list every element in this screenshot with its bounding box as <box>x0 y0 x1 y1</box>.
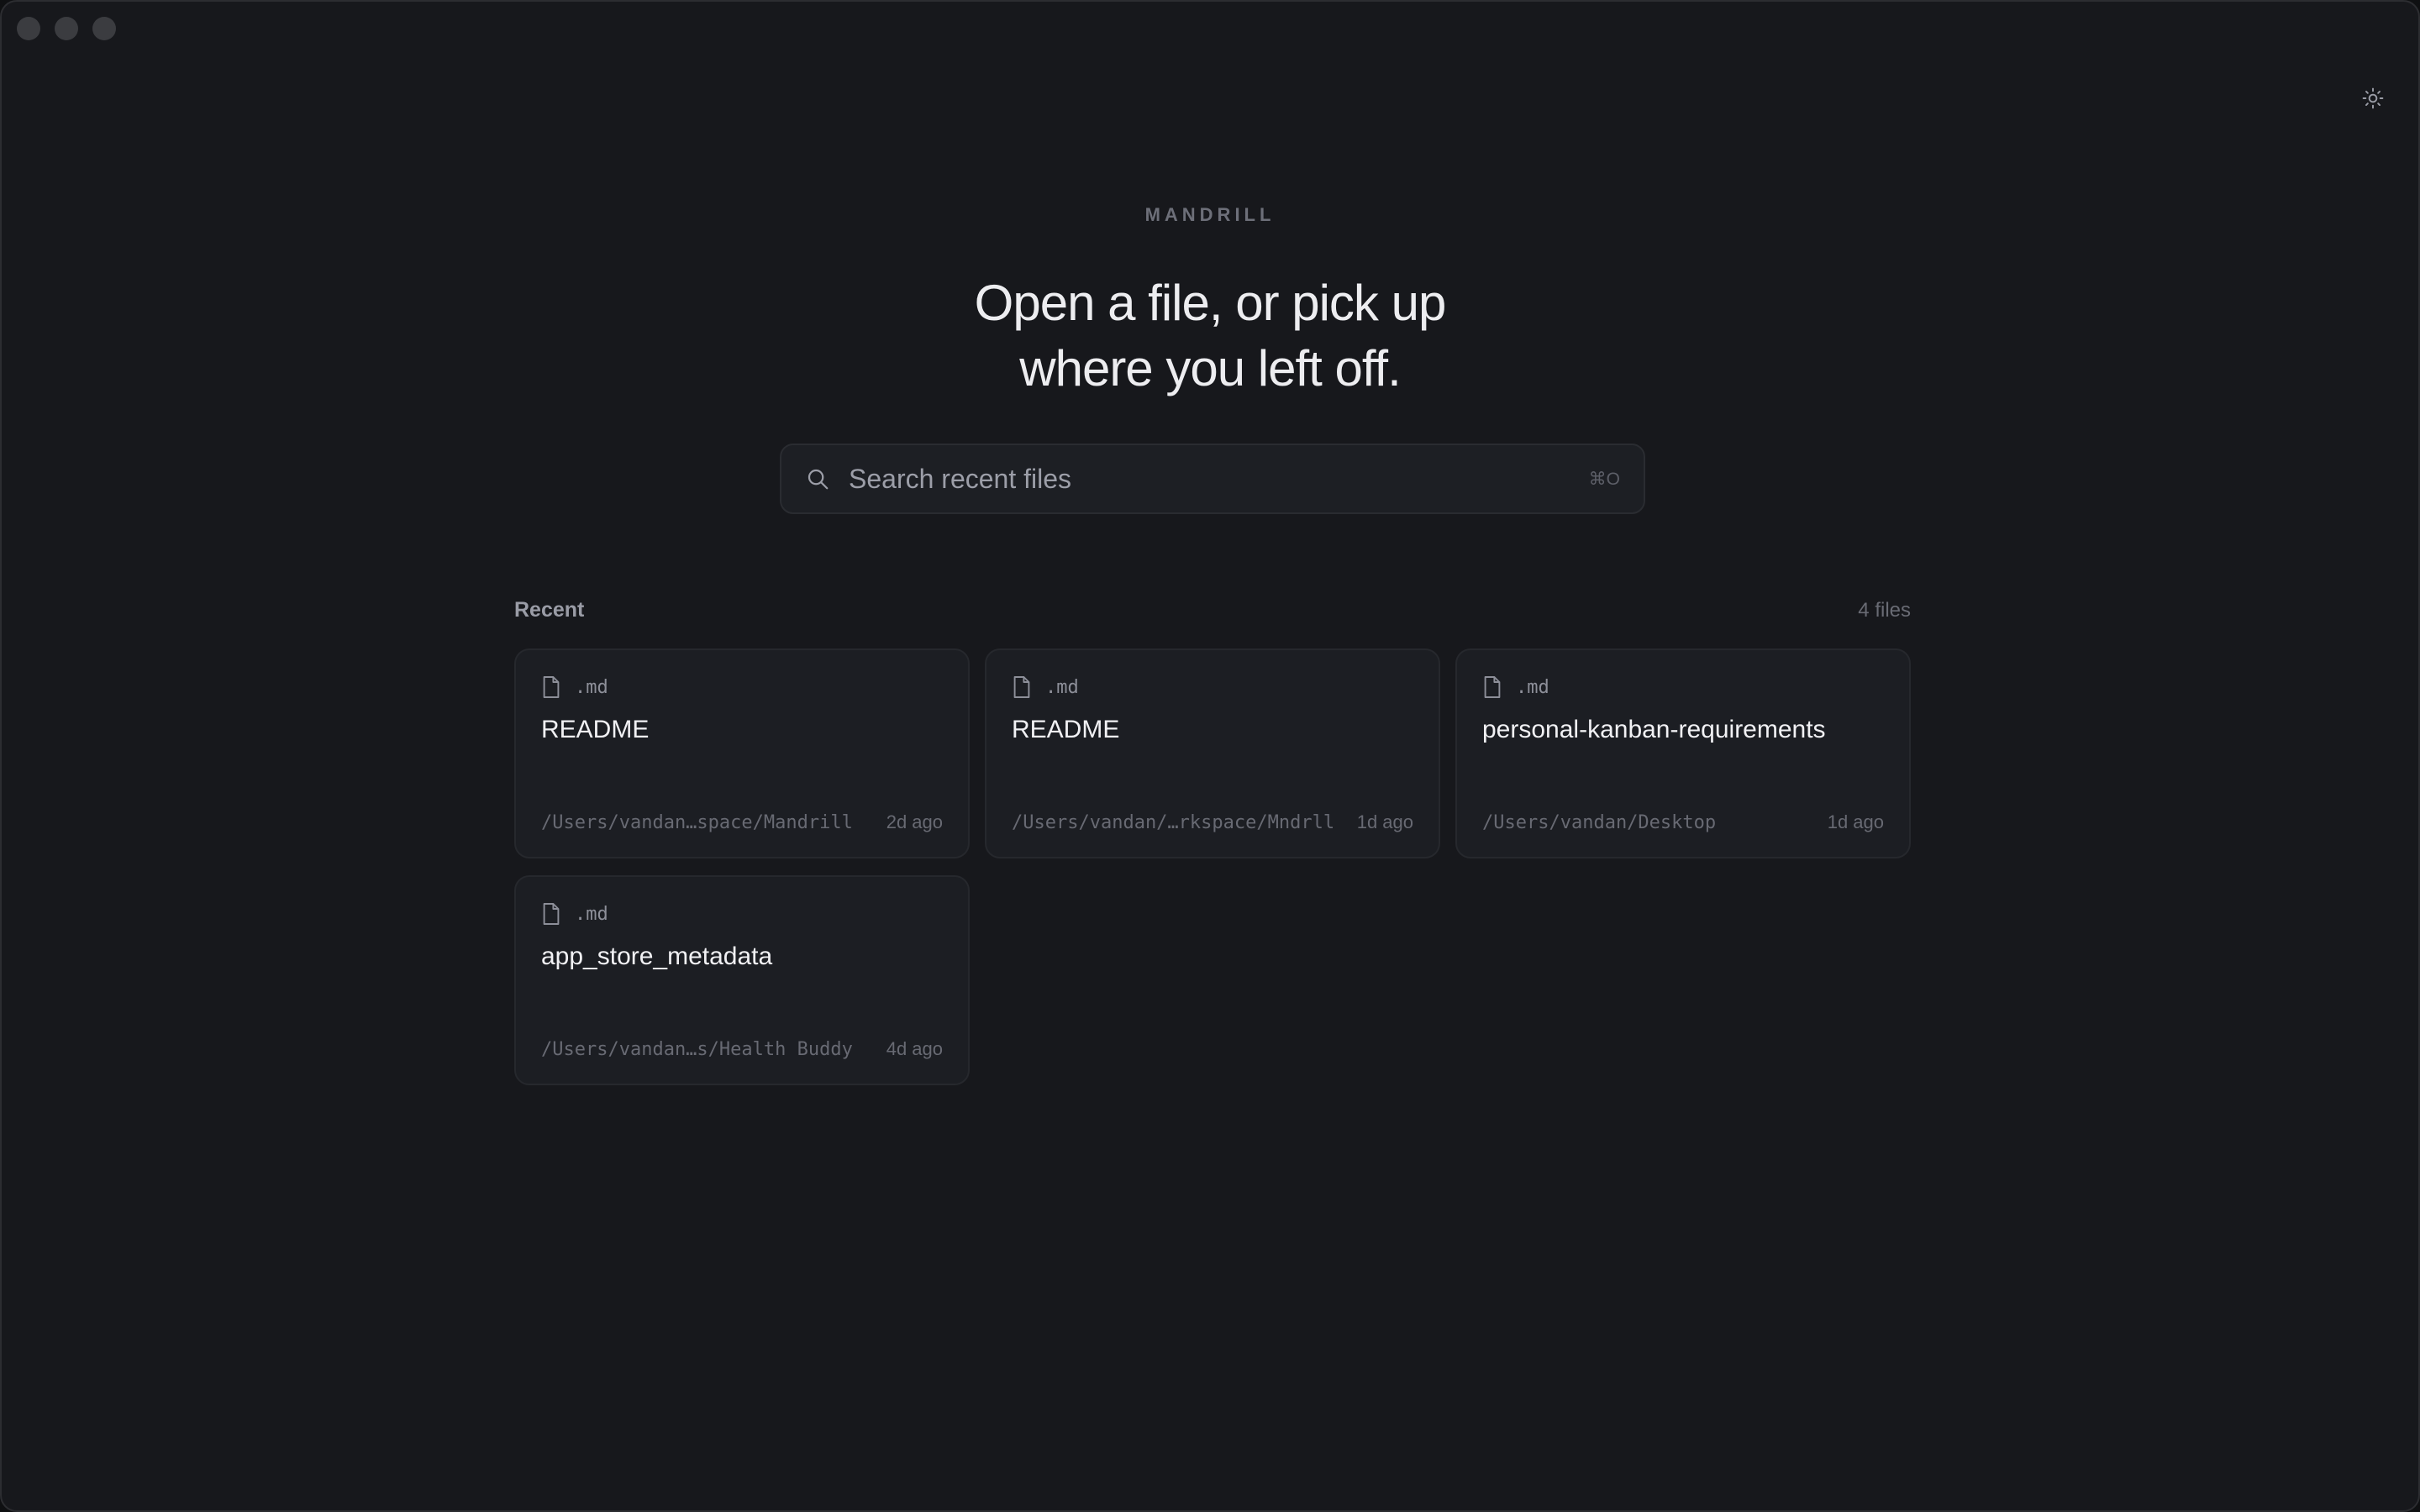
file-last-opened: 1d ago <box>1827 811 1884 832</box>
file-extension: .md <box>575 676 608 698</box>
file-path: /Users/vandan…space/Mandrill <box>541 811 853 833</box>
recent-file-card[interactable]: .md personal-kanban-requirements /Users/… <box>1455 648 1911 858</box>
recent-file-card[interactable]: .md README /Users/vandan…space/Mandrill … <box>514 648 970 858</box>
sun-icon <box>2362 87 2384 109</box>
file-path: /Users/vandan/…rkspace/Mndrll <box>1012 811 1335 833</box>
file-path: /Users/vandan…s/Health Buddy <box>541 1038 853 1060</box>
recent-file-card[interactable]: .md app_store_metadata /Users/vandan…s/H… <box>514 875 970 1085</box>
recent-title: Recent <box>514 598 585 622</box>
search-bar[interactable]: ⌘O <box>780 444 1645 514</box>
file-last-opened: 4d ago <box>886 1038 943 1059</box>
file-path: /Users/vandan/Desktop <box>1482 811 1717 833</box>
recent-file-count: 4 files <box>1858 598 1911 622</box>
file-extension: .md <box>1045 676 1079 698</box>
search-shortcut-hint: ⌘O <box>1588 469 1620 489</box>
file-icon <box>1482 675 1502 700</box>
file-extension: .md <box>1516 676 1549 698</box>
page-title: Open a file, or pick up where you left o… <box>2 270 2418 402</box>
file-last-opened: 2d ago <box>886 811 943 832</box>
file-last-opened: 1d ago <box>1356 811 1413 832</box>
recent-file-card[interactable]: .md README /Users/vandan/…rkspace/Mndrll… <box>985 648 1440 858</box>
search-icon <box>805 466 830 491</box>
zoom-window-button[interactable] <box>92 17 116 40</box>
file-icon <box>541 901 561 927</box>
recent-files-grid: .md README /Users/vandan…space/Mandrill … <box>514 648 1911 1085</box>
file-name: app_store_metadata <box>541 942 773 970</box>
recent-section-header: Recent 4 files <box>514 598 1911 622</box>
search-input[interactable] <box>849 463 1589 495</box>
app-window: MANDRILL Open a file, or pick up where y… <box>0 0 2420 1512</box>
close-window-button[interactable] <box>17 17 40 40</box>
file-name: README <box>541 716 650 743</box>
file-name: README <box>1012 716 1120 743</box>
file-name: personal-kanban-requirements <box>1482 716 1826 743</box>
file-icon <box>1012 675 1032 700</box>
file-extension: .md <box>575 903 608 925</box>
headline-line-1: Open a file, or pick up <box>974 275 1447 331</box>
minimize-window-button[interactable] <box>55 17 78 40</box>
app-brand: MANDRILL <box>1144 204 1276 225</box>
window-controls <box>17 17 116 40</box>
file-icon <box>541 675 561 700</box>
theme-toggle-button[interactable] <box>2360 85 2386 112</box>
headline-line-2: where you left off. <box>1019 340 1402 396</box>
